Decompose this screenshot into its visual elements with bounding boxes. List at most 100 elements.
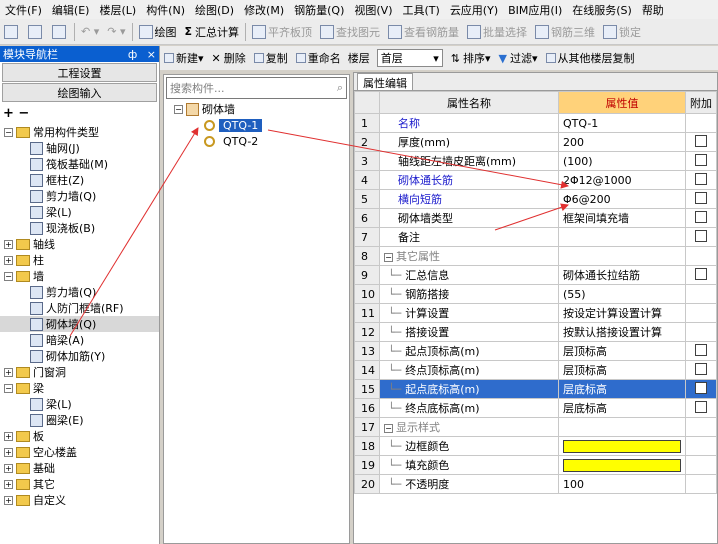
property-value-cell[interactable]: 层底标高 bbox=[558, 398, 686, 418]
property-value-cell[interactable]: (100) bbox=[558, 151, 686, 171]
nav-tree-item[interactable]: + 柱 bbox=[0, 252, 159, 268]
nav-tree-item[interactable]: + 轴线 bbox=[0, 236, 159, 252]
close-icon[interactable]: × bbox=[147, 48, 156, 61]
nav-tree-item[interactable]: 现浇板(B) bbox=[0, 220, 159, 236]
search-input[interactable]: 搜索构件... ⌕ bbox=[166, 77, 347, 99]
property-row[interactable]: 2 厚度(mm) 200 bbox=[354, 132, 717, 152]
nav-tree-item[interactable]: − 墙 bbox=[0, 268, 159, 284]
property-row[interactable]: 15 └─ 起点底标高(m) 层底标高 bbox=[354, 379, 717, 399]
property-value-cell[interactable]: Φ6@200 bbox=[558, 189, 686, 209]
property-value-cell[interactable]: 砌体通长拉结筋 bbox=[558, 265, 686, 285]
copy-component-button[interactable]: 复制 bbox=[250, 47, 292, 69]
attach-checkbox[interactable] bbox=[695, 134, 707, 147]
nav-tree-item[interactable]: 框柱(Z) bbox=[0, 172, 159, 188]
attach-checkbox[interactable] bbox=[695, 400, 707, 413]
expand-collapse-tools[interactable]: + − bbox=[0, 102, 159, 124]
expand-icon[interactable]: + bbox=[4, 255, 13, 265]
attach-checkbox[interactable] bbox=[695, 267, 707, 280]
property-value-cell[interactable]: 2Φ12@1000 bbox=[558, 170, 686, 190]
property-row[interactable]: 14 └─ 终点顶标高(m) 层顶标高 bbox=[354, 360, 717, 380]
find-element-button[interactable]: 查找图元 bbox=[316, 21, 384, 43]
attach-checkbox[interactable] bbox=[695, 229, 707, 242]
property-row[interactable]: 18 └─ 边框颜色 bbox=[354, 436, 717, 456]
nav-tree-item[interactable]: 梁(L) bbox=[0, 204, 159, 220]
drawing-input-button[interactable]: 绘图输入 bbox=[2, 83, 157, 102]
property-row[interactable]: 12 └─ 搭接设置 按默认搭接设置计算 bbox=[354, 322, 717, 342]
rebar-3d-button[interactable]: 钢筋三维 bbox=[531, 21, 599, 43]
property-row[interactable]: 20 └─ 不透明度 100 bbox=[354, 474, 717, 494]
property-value-cell[interactable]: 按设定计算设置计算 bbox=[558, 303, 686, 323]
nav-tree-item[interactable]: 砌体墙(Q) bbox=[0, 316, 159, 332]
nav-tree-item[interactable]: 梁(L) bbox=[0, 396, 159, 412]
menu-item[interactable]: 钢筋量(Q) bbox=[289, 2, 349, 18]
expand-icon[interactable]: + bbox=[4, 463, 13, 473]
nav-tree-item[interactable]: 人防门框墙(RF) bbox=[0, 300, 159, 316]
property-row[interactable]: 16 └─ 终点底标高(m) 层底标高 bbox=[354, 398, 717, 418]
property-group-row[interactable]: 8− 其它属性 bbox=[354, 246, 717, 266]
lock-button[interactable]: 锁定 bbox=[599, 21, 645, 43]
property-value-cell[interactable]: (55) bbox=[558, 284, 686, 304]
menu-item[interactable]: 构件(N) bbox=[141, 2, 190, 18]
property-row[interactable]: 1 名称 QTQ-1 bbox=[354, 113, 717, 133]
delete-component-button[interactable]: ✕ 删除 bbox=[208, 47, 250, 69]
filter-button[interactable]: ▼ 过滤 ▾ bbox=[495, 47, 542, 69]
property-value-cell[interactable]: 框架间填充墙 bbox=[558, 208, 686, 228]
property-row[interactable]: 5 横向短筋 Φ6@200 bbox=[354, 189, 717, 209]
property-row[interactable]: 3 轴线距左墙皮距离(mm) (100) bbox=[354, 151, 717, 171]
property-group-row[interactable]: 17− 显示样式 bbox=[354, 417, 717, 437]
sort-button[interactable]: ⇅ 排序 ▾ bbox=[447, 47, 495, 69]
property-value-cell[interactable] bbox=[558, 417, 686, 437]
expand-icon[interactable]: + bbox=[4, 239, 13, 249]
nav-tree-item[interactable]: − 常用构件类型 bbox=[0, 124, 159, 140]
attach-checkbox[interactable] bbox=[695, 343, 707, 356]
menu-item[interactable]: 修改(M) bbox=[239, 2, 289, 18]
property-row[interactable]: 10 └─ 钢筋搭接 (55) bbox=[354, 284, 717, 304]
nav-tree-item[interactable]: 圈梁(E) bbox=[0, 412, 159, 428]
nav-tree-item[interactable]: + 自定义 bbox=[0, 492, 159, 508]
color-swatch[interactable] bbox=[563, 458, 681, 472]
expand-icon[interactable]: + bbox=[4, 495, 13, 505]
property-row[interactable]: 6 砌体墙类型 框架间填充墙 bbox=[354, 208, 717, 228]
property-row[interactable]: 19 └─ 填充颜色 bbox=[354, 455, 717, 475]
project-settings-button[interactable]: 工程设置 bbox=[2, 63, 157, 82]
new-file-button[interactable] bbox=[0, 21, 24, 43]
nav-tree-item[interactable]: + 基础 bbox=[0, 460, 159, 476]
property-value-cell[interactable]: QTQ-1 bbox=[558, 113, 686, 133]
attach-checkbox[interactable] bbox=[695, 381, 707, 394]
attach-checkbox[interactable] bbox=[695, 362, 707, 375]
flush-slab-top-button[interactable]: 平齐板顶 bbox=[248, 21, 316, 43]
menu-item[interactable]: 云应用(Y) bbox=[445, 2, 503, 18]
save-button[interactable] bbox=[48, 21, 72, 43]
collapse-icon[interactable]: − bbox=[384, 253, 393, 262]
collapse-icon[interactable]: − bbox=[4, 383, 13, 393]
expand-icon[interactable]: + bbox=[4, 479, 13, 489]
nav-tree-item[interactable]: + 板 bbox=[0, 428, 159, 444]
menu-item[interactable]: 在线服务(S) bbox=[567, 2, 637, 18]
property-value-cell[interactable]: 层顶标高 bbox=[558, 360, 686, 380]
property-value-cell[interactable] bbox=[558, 246, 686, 266]
nav-tree-item[interactable]: 砌体加筋(Y) bbox=[0, 348, 159, 364]
nav-tree-item[interactable]: − 梁 bbox=[0, 380, 159, 396]
menu-item[interactable]: 楼层(L) bbox=[94, 2, 141, 18]
redo-button[interactable]: ↷ ▾ bbox=[103, 21, 129, 43]
nav-tree-item[interactable]: 剪力墙(Q) bbox=[0, 284, 159, 300]
nav-tree-item[interactable]: 剪力墙(Q) bbox=[0, 188, 159, 204]
menu-item[interactable]: BIM应用(I) bbox=[503, 2, 567, 18]
property-value-cell[interactable]: 层顶标高 bbox=[558, 341, 686, 361]
nav-tree-item[interactable]: + 其它 bbox=[0, 476, 159, 492]
expand-icon[interactable]: + bbox=[4, 447, 13, 457]
property-value-cell[interactable]: 100 bbox=[558, 474, 686, 494]
nav-tree-item[interactable]: 暗梁(A) bbox=[0, 332, 159, 348]
menu-item[interactable]: 工具(T) bbox=[398, 2, 445, 18]
attach-checkbox[interactable] bbox=[695, 210, 707, 223]
menu-item[interactable]: 帮助 bbox=[637, 2, 669, 18]
property-value-cell[interactable]: 按默认搭接设置计算 bbox=[558, 322, 686, 342]
component-root[interactable]: − 砌体墙 bbox=[174, 101, 349, 117]
attach-checkbox[interactable] bbox=[695, 172, 707, 185]
color-swatch[interactable] bbox=[563, 439, 681, 453]
property-value-cell[interactable] bbox=[558, 455, 686, 475]
property-value-cell[interactable] bbox=[558, 436, 686, 456]
undo-button[interactable]: ↶ ▾ bbox=[77, 21, 103, 43]
expand-icon[interactable]: + bbox=[4, 367, 13, 377]
tab-property-edit[interactable]: 属性编辑 bbox=[357, 73, 413, 90]
